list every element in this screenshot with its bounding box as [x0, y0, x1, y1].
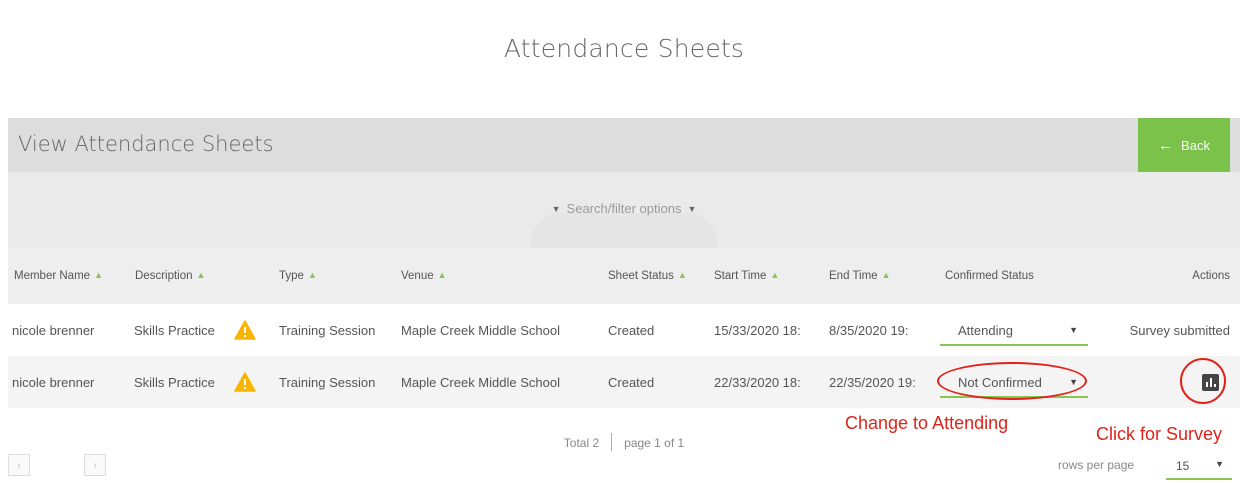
filter-label: Search/filter options: [566, 201, 682, 216]
back-label: Back: [1181, 137, 1210, 153]
confirmed-status-value: Attending: [958, 323, 1013, 338]
action-status: Survey submitted: [1129, 323, 1230, 338]
column-start-time[interactable]: Start Time ▲︎: [714, 270, 779, 282]
sort-icon: ▲︎: [196, 270, 206, 280]
chevron-right-icon: ›: [93, 459, 97, 471]
description: Skills Practice: [134, 323, 215, 338]
caret-down-icon: ▼: [1069, 325, 1078, 335]
caret-down-icon: ▼: [551, 204, 561, 214]
column-actions: Actions: [1192, 270, 1230, 282]
annotation-change-text: Change to Attending: [845, 413, 1009, 433]
start-time: 22/33/2020 18:: [714, 375, 801, 390]
warning-icon: [234, 372, 256, 392]
rows-per-page-label: rows per page: [1058, 458, 1135, 472]
sort-icon: ▲︎: [881, 270, 891, 280]
member-name: nicole brenner: [12, 375, 95, 390]
table-row: nicole brenner Skills Practice Training …: [8, 304, 1240, 356]
sheet-status: Created: [608, 375, 655, 390]
rows-per-page-value: 15: [1176, 459, 1190, 473]
survey-chart-icon[interactable]: [1202, 374, 1219, 391]
caret-down-icon: ▼: [687, 204, 697, 214]
confirmed-status-value: Not Confirmed: [958, 375, 1042, 390]
type: Training Session: [279, 375, 376, 390]
arrow-left-icon: ←: [1158, 136, 1174, 154]
description: Skills Practice: [134, 375, 215, 390]
filter-toggle[interactable]: ▼ Search/filter options ▼: [8, 201, 1240, 216]
page-indicator: page 1 of 1: [624, 436, 685, 450]
total-count: Total 2: [563, 436, 600, 450]
venue: Maple Creek Middle School: [401, 375, 560, 390]
start-time: 15/33/2020 18:: [714, 323, 801, 338]
chevron-left-icon: ‹: [17, 459, 21, 471]
sort-icon: ▲︎: [437, 270, 447, 280]
sort-icon: ▲︎: [677, 270, 687, 280]
caret-down-icon: ▼: [1069, 377, 1078, 387]
sheet-status: Created: [608, 323, 655, 338]
end-time: 22/35/2020 19:: [829, 375, 916, 390]
table-row: nicole brenner Skills Practice Training …: [8, 356, 1240, 408]
sort-icon: ▲︎: [770, 270, 780, 280]
table-header: Member Name ▲︎ Description ▲︎ Type ▲︎ Venue…: [8, 248, 1240, 304]
column-member-name[interactable]: Member Name ▲︎: [14, 270, 103, 282]
view-header: View Attendance Sheets ← Back: [8, 118, 1240, 172]
column-sheet-status[interactable]: Sheet Status ▲︎: [608, 270, 687, 282]
column-confirmed-status: Confirmed Status: [945, 270, 1034, 282]
rows-per-page-select[interactable]: 15 ▼: [1166, 452, 1232, 480]
pagination-info: Total 2 page 1 of 1: [0, 433, 1248, 451]
column-end-time[interactable]: End Time ▲︎: [829, 270, 891, 282]
back-button[interactable]: ← Back: [1138, 118, 1230, 172]
type: Training Session: [279, 323, 376, 338]
page-title: Attendance Sheets: [503, 34, 745, 63]
confirmed-status-select[interactable]: Not Confirmed ▼: [940, 368, 1088, 398]
column-description[interactable]: Description ▲︎: [135, 270, 205, 282]
caret-down-icon: ▼: [1215, 459, 1224, 469]
confirmed-status-select[interactable]: Attending ▼: [940, 316, 1088, 346]
column-venue[interactable]: Venue ▲︎: [401, 270, 447, 282]
prev-page-button[interactable]: ‹: [8, 454, 30, 476]
sort-icon: ▲︎: [94, 270, 103, 280]
warning-icon: [234, 320, 256, 340]
view-title: View Attendance Sheets: [18, 132, 274, 156]
sort-icon: ▲︎: [307, 270, 317, 280]
venue: Maple Creek Middle School: [401, 323, 560, 338]
column-type[interactable]: Type ▲︎: [279, 270, 317, 282]
end-time: 8/35/2020 19:: [829, 323, 909, 338]
next-page-button[interactable]: ›: [84, 454, 106, 476]
filter-bar: ▼ Search/filter options ▼: [8, 172, 1240, 269]
member-name: nicole brenner: [12, 323, 95, 338]
